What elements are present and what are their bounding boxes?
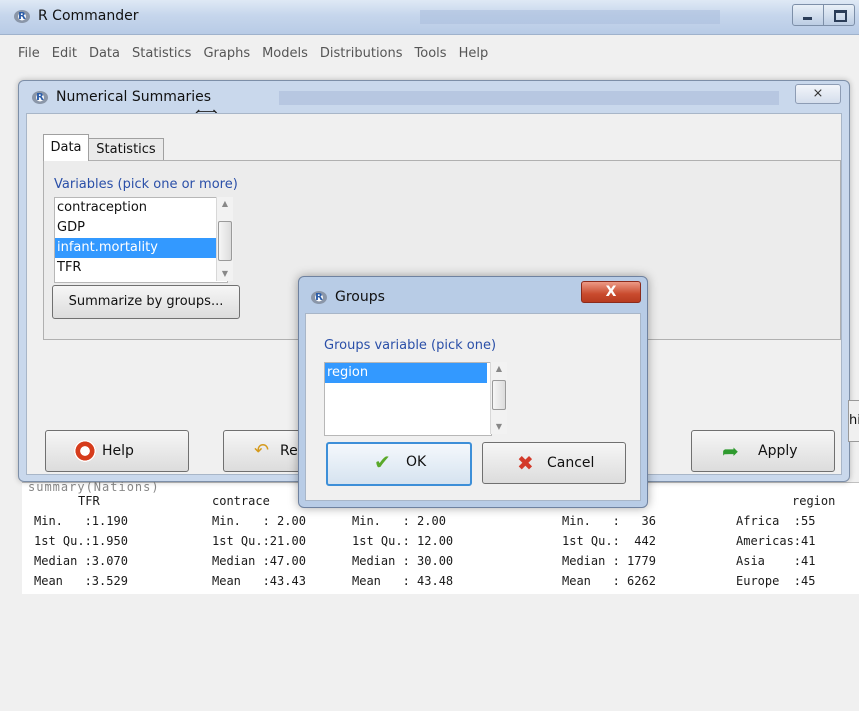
output-row: Median :3.070 Median :47.00 Median : 30.… [22, 551, 815, 571]
blurred-background-region [420, 10, 720, 24]
variables-label: Variables (pick one or more) [54, 177, 238, 192]
groups-variable-label: Groups variable (pick one) [324, 338, 497, 353]
output-cell: Mean :43.43 [212, 574, 306, 588]
reset-label: Re [280, 443, 298, 459]
output-cell: Median :47.00 [212, 554, 306, 568]
cancel-label: Cancel [547, 455, 595, 471]
scroll-down-icon[interactable]: ▼ [491, 420, 507, 434]
output-cell: 1st Qu.: 12.00 [352, 534, 454, 548]
cancel-x-icon: ✖ [517, 451, 534, 475]
output-cell: Mean :3.529 [34, 574, 128, 588]
list-item-selected[interactable]: region [325, 363, 487, 383]
help-label: Help [102, 443, 134, 459]
output-cell: Mean : 6262 [562, 574, 656, 588]
output-cell: Africa :55 [736, 514, 816, 528]
variables-list[interactable]: contraception GDP infant.mortality TFR [54, 197, 228, 283]
window-controls [792, 4, 856, 26]
groups-dialog: R Groups X Groups variable (pick one) re… [298, 276, 648, 508]
scroll-thumb[interactable] [492, 380, 506, 410]
output-cell: 1st Qu.:1.950 [34, 534, 128, 548]
r-logo-icon: R [32, 91, 48, 104]
apply-label: Apply [758, 443, 798, 459]
ok-label: OK [406, 454, 427, 470]
scroll-thumb[interactable] [218, 221, 232, 261]
scroll-up-icon[interactable]: ▲ [217, 197, 233, 211]
main-title-bar[interactable]: R R Commander [0, 0, 859, 35]
cancel-button[interactable]: ✖ Cancel [482, 442, 626, 484]
background-window-edge: hi [848, 400, 859, 442]
menu-distributions[interactable]: Distributions [314, 44, 409, 68]
variables-scrollbar[interactable]: ▲ ▼ [216, 197, 233, 281]
output-cell: Min. : 2.00 [212, 514, 306, 528]
list-item[interactable]: TFR [55, 258, 227, 278]
menu-bar: File Edit Data Statistics Graphs Models … [0, 44, 859, 68]
output-cell: Asia :41 [736, 554, 816, 568]
tab-data[interactable]: Data [43, 134, 89, 161]
menu-graphs[interactable]: Graphs [197, 44, 256, 68]
menu-edit[interactable]: Edit [46, 44, 83, 68]
ok-button[interactable]: ✔ OK [326, 442, 472, 486]
dialog-title: Groups [335, 289, 385, 305]
output-cell: Min. :1.190 [34, 514, 128, 528]
minimize-button[interactable] [792, 4, 824, 26]
list-item[interactable]: contraception [55, 198, 227, 218]
output-cell: 1st Qu.: 442 [562, 534, 656, 548]
dialog-body: Groups variable (pick one) region ▲ ▼ ✔ … [305, 313, 641, 501]
check-icon: ✔ [374, 450, 391, 474]
output-cell: 1st Qu.:21.00 [212, 534, 306, 548]
summarize-by-groups-button[interactable]: Summarize by groups... [52, 285, 240, 319]
output-row: Mean :3.529 Mean :43.43 Mean : 43.48 Mea… [22, 571, 815, 591]
scroll-down-icon[interactable]: ▼ [217, 267, 233, 281]
help-button[interactable]: Help [45, 430, 189, 472]
scroll-up-icon[interactable]: ▲ [491, 362, 507, 376]
tab-statistics[interactable]: Statistics [88, 138, 164, 161]
app-title: R Commander [38, 8, 139, 24]
dialog-title-bar[interactable]: R Numerical Summaries ⟺ ⨯ [19, 81, 849, 122]
menu-data[interactable]: Data [83, 44, 126, 68]
reset-arrow-icon: ↶ [254, 440, 270, 461]
menu-tools[interactable]: Tools [409, 44, 453, 68]
output-row: Min. :1.190 Min. : 2.00 Min. : 2.00 Min.… [22, 511, 815, 531]
output-header-cell: region [792, 494, 836, 508]
r-logo-icon: R [14, 10, 30, 23]
groups-variable-list[interactable]: region [324, 362, 492, 436]
list-item-selected[interactable]: infant.mortality [55, 238, 225, 258]
output-row: 1st Qu.:1.950 1st Qu.:21.00 1st Qu.: 12.… [22, 531, 815, 551]
menu-statistics[interactable]: Statistics [126, 44, 197, 68]
output-header-cell: contrace [212, 494, 270, 508]
output-cell: Americas:41 [736, 534, 816, 548]
r-logo-icon: R [311, 291, 327, 304]
blurred-background-region [279, 91, 779, 105]
close-button[interactable]: ⨯ [795, 84, 841, 104]
output-cell: Median :3.070 [34, 554, 128, 568]
close-button[interactable]: X [581, 281, 641, 303]
output-cell: Min. : 36 [562, 514, 656, 528]
output-cell: Europe :45 [736, 574, 816, 588]
menu-help[interactable]: Help [453, 44, 495, 68]
list-item[interactable]: GDP [55, 218, 227, 238]
help-lifebuoy-icon [74, 440, 96, 462]
apply-button[interactable]: ➦ Apply [691, 430, 835, 472]
dialog-title: Numerical Summaries [56, 89, 212, 105]
apply-arrow-icon: ➦ [722, 439, 739, 463]
output-cell: Median : 1779 [562, 554, 656, 568]
groups-scrollbar[interactable]: ▲ ▼ [490, 362, 507, 434]
output-cell: Mean : 43.48 [352, 574, 454, 588]
output-cell: Median : 30.00 [352, 554, 454, 568]
menu-file[interactable]: File [12, 44, 46, 68]
menu-models[interactable]: Models [256, 44, 314, 68]
output-header-cell: TFR [78, 494, 100, 508]
output-cell: Min. : 2.00 [352, 514, 446, 528]
maximize-button[interactable] [824, 4, 855, 26]
